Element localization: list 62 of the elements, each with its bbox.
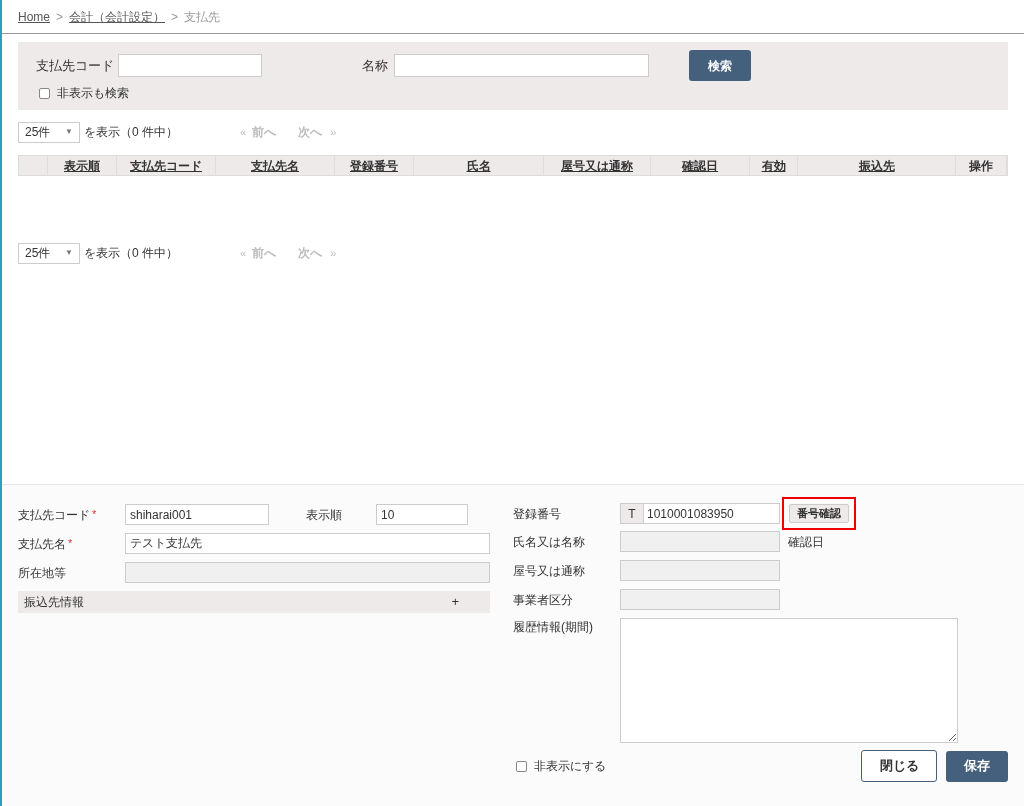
checkbox-label: 非表示も検索 [57,85,129,102]
field-label: 表示順 [306,506,342,524]
page-size-select[interactable]: 25件 ▼ [18,242,80,264]
column-header: 操作 [956,156,1007,175]
checkbox[interactable] [516,760,527,772]
code-input[interactable]: shiharai001 [125,504,269,525]
registration-number-field[interactable]: T 1010001083950 [620,503,780,524]
verify-number-button[interactable]: 番号確認 [789,504,849,523]
field-label: 確認日 [788,533,824,551]
page-size-select[interactable]: 25件 ▼ [18,121,80,143]
column-header[interactable]: 振込先 [798,156,956,175]
breadcrumb-separator: > [56,8,64,26]
checkbox-label: 非表示にする [534,758,606,775]
input-prefix: T [621,504,644,523]
field-label: 所在地等 [18,564,66,582]
previous-icon: « [240,123,247,141]
previous-icon: « [240,244,247,262]
column-header[interactable]: 有効 [750,156,798,175]
breadcrumb-link[interactable]: Home [18,7,50,26]
record-count: を表示（0 件中） [84,245,178,262]
column-header[interactable]: 屋号又は通称 [544,156,651,175]
save-button[interactable]: 保存 [946,750,1008,782]
record-count: を表示（0 件中） [84,124,178,141]
name-input[interactable]: テスト支払先 [125,533,490,554]
expand-icon: + [451,592,459,612]
column-header[interactable]: 確認日 [651,156,750,175]
checkbox[interactable] [39,87,50,99]
field-label: 履歴情報(期間) [513,619,593,636]
required-mark: * [68,535,73,551]
name-display-field[interactable] [620,531,780,552]
breadcrumb-separator: > [171,8,179,26]
column-header[interactable]: 支払先名 [216,156,335,175]
column-header[interactable]: 登録番号 [335,156,414,175]
column-header[interactable]: 支払先コード [117,156,216,175]
order-input[interactable]: 10 [376,504,468,525]
column-header[interactable]: 表示順 [48,156,117,175]
collapsible-section[interactable]: 振込先情報 + [18,591,490,613]
field-label: 支払先コード [18,506,90,524]
field-label: 支払先コード [36,56,115,75]
caret-icon: ▼ [65,126,73,138]
caret-icon: ▼ [65,247,73,259]
history-textarea[interactable] [620,618,958,743]
breadcrumb-link[interactable]: 会計（会計設定） [69,7,166,26]
name-input[interactable] [394,54,649,77]
breadcrumb-current: 支払先 [184,8,221,26]
close-button[interactable]: 閉じる [861,750,937,782]
next-icon: » [330,123,337,141]
field-label: 名称 [362,56,389,75]
trade-name-field[interactable] [620,560,780,581]
address-input[interactable] [125,562,490,583]
next-icon: » [330,244,337,262]
required-mark: * [92,506,97,522]
column-header[interactable]: 氏名 [414,156,544,175]
section-title: 振込先情報 [24,594,84,611]
business-type-field[interactable] [620,589,780,610]
field-label: 屋号又は通称 [513,562,585,580]
search-button[interactable]: 検索 [689,50,751,81]
field-label: 支払先名 [18,535,66,553]
field-label: 氏名又は名称 [513,533,585,551]
field-label: 事業者区分 [513,591,573,609]
code-input[interactable] [118,54,262,77]
field-label: 登録番号 [513,505,561,523]
